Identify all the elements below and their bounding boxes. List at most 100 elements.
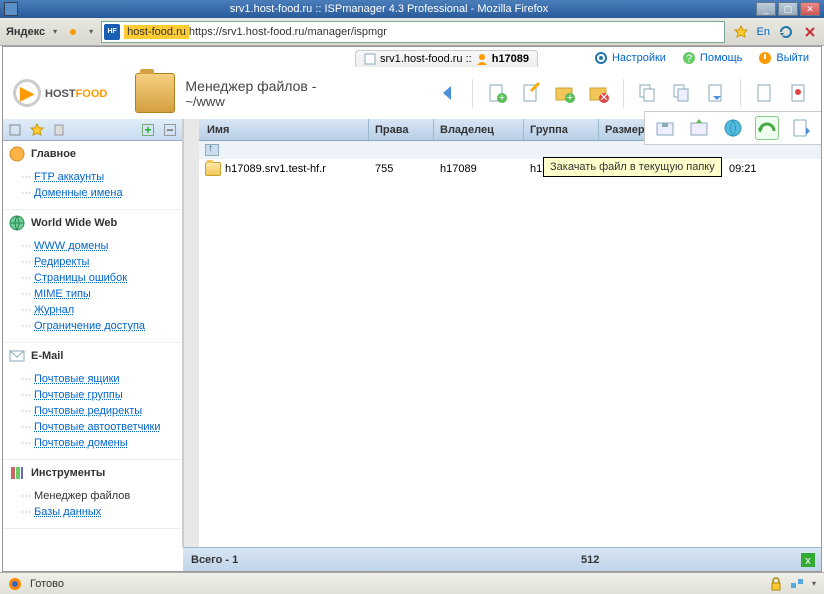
svg-text:+: + — [499, 92, 505, 104]
permissions-button[interactable] — [787, 81, 811, 105]
server-tab[interactable]: srv1.host-food.ru :: h17089 — [355, 50, 538, 67]
sidebar-item[interactable]: Редиректы — [21, 254, 182, 270]
lock-icon — [770, 577, 782, 591]
sidebar-item[interactable]: Почтовые группы — [21, 387, 182, 403]
archive-button[interactable] — [653, 116, 677, 140]
extract-button[interactable] — [687, 116, 711, 140]
sidebar-item[interactable]: MIME типы — [21, 286, 182, 302]
sidebar-section-head[interactable]: E-Mail — [3, 343, 182, 369]
sidebar-item[interactable]: Почтовые автоответчики — [21, 419, 182, 435]
sidebar-item[interactable]: Базы данных — [21, 504, 182, 520]
sidebar-item[interactable]: Почтовые редиректы — [21, 403, 182, 419]
exit-link[interactable]: Выйти — [758, 51, 809, 65]
footer-excel-icon[interactable]: x — [801, 553, 821, 567]
col-group[interactable]: Группа — [524, 119, 599, 140]
table-row[interactable]: h17089.srv1.test-hf.r 755 h17089 h1708 0… — [199, 159, 821, 179]
sidebar-scrollbar[interactable] — [183, 119, 199, 547]
network-icon[interactable] — [790, 577, 804, 591]
sidebar-section-title: Инструменты — [31, 467, 105, 479]
sidebar-body[interactable]: Главное FTP аккаунтыДоменные имена World W… — [3, 141, 182, 547]
back-button[interactable] — [436, 81, 460, 105]
lang-label[interactable]: En — [757, 26, 770, 38]
paste-button[interactable] — [704, 81, 728, 105]
section-icon — [9, 215, 25, 231]
status-bar: Готово ▾ — [0, 572, 824, 594]
expand-all-button[interactable]: + — [140, 122, 156, 138]
sidebar-section: Главное FTP аккаунтыДоменные имена — [3, 141, 182, 210]
sidebar-section-head[interactable]: Главное — [3, 141, 182, 167]
edit-button[interactable] — [519, 81, 543, 105]
refresh-icon[interactable] — [778, 24, 794, 40]
toolbar-overflow — [644, 111, 821, 145]
settings-link[interactable]: Настройки — [594, 51, 666, 65]
svg-text:+: + — [567, 92, 573, 104]
sidebar-section-head[interactable]: World Wide Web — [3, 210, 182, 236]
page-icon — [364, 53, 376, 65]
new-folder-button[interactable]: + — [553, 81, 577, 105]
svg-text:✕: ✕ — [599, 92, 608, 104]
sidebar-item[interactable]: Страницы ошибок — [21, 270, 182, 286]
gear-icon — [594, 51, 608, 65]
sidebar-item[interactable]: Доменные имена — [21, 185, 182, 201]
yandex-dropdown-icon[interactable]: ▾ — [53, 27, 57, 36]
up-folder-button[interactable] — [205, 144, 219, 156]
page-title-block: Менеджер файлов - ~/www — [185, 78, 316, 109]
sidebar-star-icon[interactable] — [29, 122, 45, 138]
sidebar-clipboard-icon[interactable] — [51, 122, 67, 138]
main-toolbar: + + ✕ — [436, 79, 811, 107]
sidebar-section: Инструменты Менеджер файловБазы данных — [3, 460, 182, 529]
sidebar-section-head[interactable]: Инструменты — [3, 460, 182, 486]
browser-wand-icon[interactable] — [65, 24, 81, 40]
minimize-button[interactable]: _ — [756, 2, 776, 16]
sidebar-list-icon[interactable] — [7, 122, 23, 138]
sidebar-item[interactable]: Журнал — [21, 302, 182, 318]
browser-dropdown-icon[interactable]: ▾ — [89, 27, 93, 36]
status-dropdown-icon[interactable]: ▾ — [812, 579, 816, 588]
download-button[interactable] — [789, 116, 813, 140]
logo: ▶ HOSTFOOD — [13, 79, 107, 107]
copy-button[interactable] — [636, 81, 660, 105]
upload-url-button[interactable] — [721, 116, 745, 140]
sidebar-item[interactable]: WWW домены — [21, 238, 182, 254]
page-title: Менеджер файлов - — [185, 78, 316, 94]
svg-text:?: ? — [686, 53, 692, 65]
close-button[interactable]: ✕ — [800, 2, 820, 16]
section-icon — [9, 146, 25, 162]
stop-icon[interactable] — [802, 24, 818, 40]
sidebar-section: World Wide Web WWW доменыРедиректыСтраниц… — [3, 210, 182, 343]
col-name[interactable]: Имя — [199, 119, 369, 140]
app-content: srv1.host-food.ru :: h17089 Настройки ? … — [2, 46, 822, 572]
tooltip: Закачать файл в текущую папку — [543, 157, 722, 177]
col-perm[interactable]: Права — [369, 119, 434, 140]
address-bar[interactable]: HF host-food.ru https://srv1.host-food.r… — [101, 21, 724, 43]
sidebar: + − Главное FTP аккаунтыДоменные имена Wor… — [3, 119, 183, 547]
server-tab-label: srv1.host-food.ru :: — [380, 53, 472, 65]
collapse-all-button[interactable]: − — [162, 122, 178, 138]
footer-total: Всего - 1 — [183, 551, 573, 569]
cell-owner: h17089 — [434, 161, 524, 177]
new-file-button[interactable]: + — [485, 81, 509, 105]
col-owner[interactable]: Владелец — [434, 119, 524, 140]
sidebar-item[interactable]: FTP аккаунты — [21, 169, 182, 185]
help-icon: ? — [682, 51, 696, 65]
sidebar-section: E-MailПочтовые ящикиПочтовые группыПочто… — [3, 343, 182, 460]
folder-icon — [205, 162, 221, 176]
sidebar-toolbar: + − — [3, 119, 182, 141]
upload-button[interactable] — [755, 116, 779, 140]
section-icon — [9, 465, 25, 481]
sidebar-item[interactable]: Ограничение доступа — [21, 318, 182, 334]
maximize-button[interactable]: ▢ — [778, 2, 798, 16]
folder-large-icon — [135, 73, 175, 113]
help-link[interactable]: ? Помощь — [682, 51, 743, 65]
top-links-bar: srv1.host-food.ru :: h17089 Настройки ? … — [3, 47, 821, 69]
delete-button[interactable]: ✕ — [587, 81, 611, 105]
properties-button[interactable] — [753, 81, 777, 105]
sidebar-item[interactable]: Почтовые ящики — [21, 371, 182, 387]
cut-button[interactable] — [670, 81, 694, 105]
current-path: ~/www — [185, 94, 316, 109]
sidebar-item[interactable]: Менеджер файлов — [21, 488, 182, 504]
star-icon[interactable] — [733, 24, 749, 40]
sidebar-item[interactable]: Почтовые домены — [21, 435, 182, 451]
sidebar-section-title: Главное — [31, 148, 76, 160]
grid-body[interactable]: h17089.srv1.test-hf.r 755 h17089 h1708 0… — [199, 159, 821, 547]
